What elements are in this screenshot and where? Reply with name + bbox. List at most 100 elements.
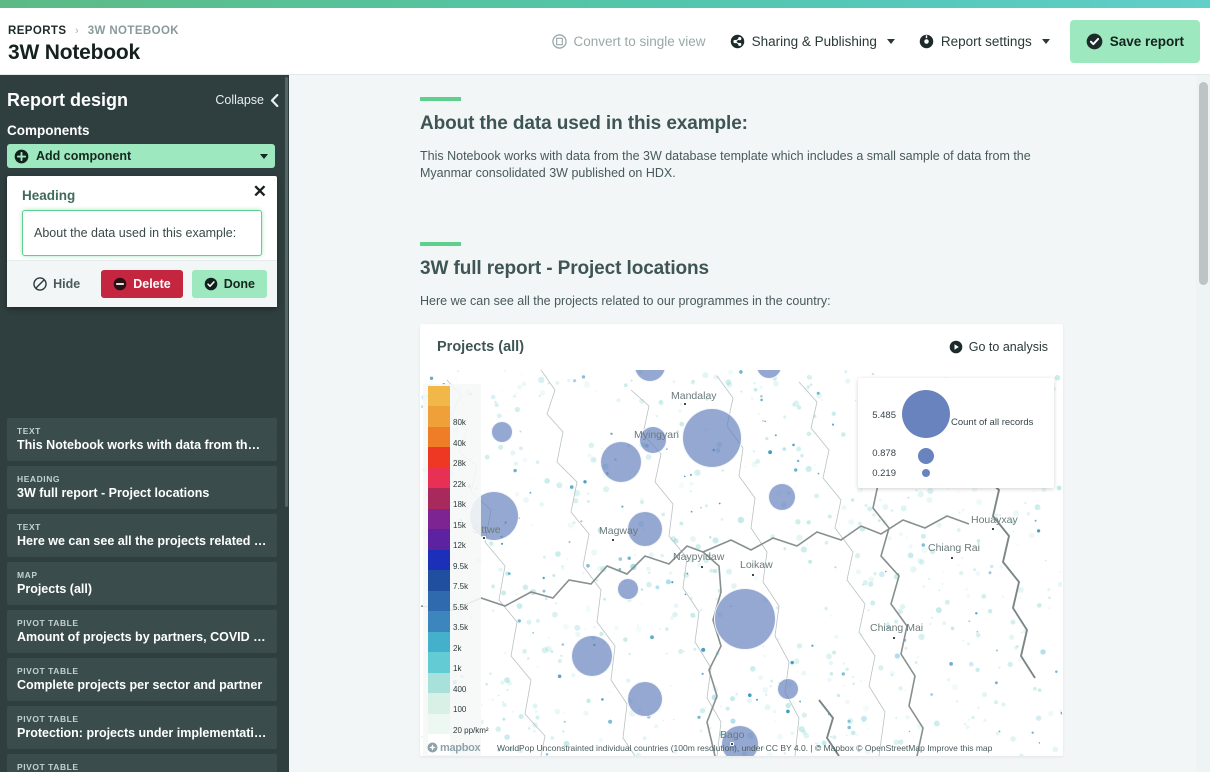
map-city-dot [683, 401, 687, 406]
save-report-button[interactable]: Save report [1069, 20, 1200, 63]
go-to-analysis-link[interactable]: Go to analysis [949, 340, 1048, 354]
component-kind-label: PIVOT TABLE [17, 762, 79, 772]
sharing-publishing-label: Sharing & Publishing [751, 34, 877, 49]
report-design-sidebar: Report design Collapse Components Add co… [0, 75, 289, 772]
components-label: Components [7, 123, 90, 138]
heading-text-input[interactable] [22, 210, 262, 256]
sharing-publishing-button[interactable]: Sharing & Publishing [718, 25, 907, 58]
map-city-dot [892, 635, 896, 640]
color-legend-row [426, 385, 478, 407]
done-button[interactable]: Done [191, 270, 267, 298]
sidebar-scrollbar[interactable] [285, 77, 288, 507]
color-legend-row: 40k [426, 426, 478, 448]
project-bubble[interactable] [714, 587, 776, 650]
settings-icon [919, 34, 934, 49]
report-settings-button[interactable]: Report settings [907, 25, 1062, 58]
main-scrollbar-thumb[interactable] [1199, 82, 1208, 285]
save-report-label: Save report [1109, 34, 1184, 49]
project-bubble[interactable] [571, 634, 613, 677]
color-legend-swatch [428, 549, 450, 571]
collapse-sidebar-button[interactable]: Collapse [215, 93, 279, 107]
project-bubble[interactable] [491, 420, 513, 443]
color-legend-row: 22k [426, 467, 478, 489]
app-header: REPORTS › 3W NOTEBOOK 3W Notebook Conver… [0, 8, 1210, 75]
component-list-item[interactable]: PIVOT TABLE Complete projects per sector … [7, 658, 277, 701]
check-circle-icon [1086, 33, 1103, 50]
size-legend-bubble-small [922, 468, 930, 477]
section-1-text: This Notebook works with data from the 3… [420, 149, 1031, 180]
color-legend-swatch [428, 590, 450, 612]
convert-to-single-view-button[interactable]: Convert to single view [540, 25, 718, 58]
map-city-dot [611, 537, 615, 542]
chevron-right-icon: › [75, 25, 80, 37]
map-card-header: Projects (all) Go to analysis [420, 324, 1063, 370]
component-kind-label: HEADING [17, 474, 61, 484]
component-list-item[interactable]: HEADING 3W full report - Project location… [7, 466, 277, 509]
heading-editor-body: ✕ Heading [7, 176, 277, 260]
component-list-item[interactable]: TEXT This Notebook works with data from t… [7, 418, 277, 461]
hide-button[interactable]: Hide [21, 270, 92, 298]
color-legend-row: 12k [426, 529, 478, 550]
map-city-dot [482, 535, 486, 540]
project-bubble[interactable] [600, 440, 642, 483]
component-list-item[interactable]: MAP Projects (all) [7, 562, 277, 605]
share-icon [730, 34, 744, 49]
heading-editor-footer: Hide Delete Done [7, 260, 277, 307]
component-kind-label: PIVOT TABLE [17, 666, 79, 676]
component-list: TEXT This Notebook works with data from t… [7, 418, 277, 772]
delete-label: Delete [133, 277, 171, 291]
project-bubble[interactable] [682, 407, 742, 468]
hide-icon [33, 277, 47, 291]
map-city-label: Magway [599, 524, 639, 537]
map-city-label: Mandalay [671, 389, 717, 402]
color-legend-row: 80k [426, 406, 478, 427]
chevron-down-icon [260, 153, 268, 159]
component-name-label: This Notebook works with data from the 3… [17, 438, 267, 452]
go-to-analysis-label: Go to analysis [968, 339, 1048, 354]
breadcrumb-root[interactable]: REPORTS [8, 25, 66, 37]
component-name-label: Amount of projects by partners, COVID - … [17, 630, 267, 644]
section-2-heading: 3W full report - Project locations [420, 257, 710, 279]
color-legend-swatch [428, 385, 450, 407]
color-legend-swatch [428, 693, 450, 714]
component-list-item[interactable]: PIVOT TABLE Protection: projects under im… [7, 706, 277, 749]
size-legend-value-small: 0.219 [872, 467, 896, 479]
map-city-label: Myingyan [634, 428, 679, 441]
delete-button[interactable]: Delete [101, 270, 183, 298]
component-name-label: Protection: projects under implementatio… [17, 726, 267, 740]
map-city-label: Bago [720, 728, 745, 741]
map-city-dot [751, 572, 755, 577]
project-bubble[interactable] [617, 577, 639, 600]
component-list-item[interactable]: TEXT Here we can see all the projects rel… [7, 514, 277, 557]
report-canvas: About the data used in this example: Thi… [289, 75, 1210, 772]
heading-editor-panel: ✕ Heading Hide Delete [7, 176, 277, 307]
minus-circle-icon [113, 277, 127, 291]
color-legend-row: 3.5k [426, 611, 478, 632]
project-bubble[interactable] [777, 677, 799, 700]
mapbox-logo-icon[interactable]: mapbox [427, 742, 481, 754]
color-legend-row: 2k [426, 631, 478, 653]
add-component-button[interactable]: Add component [7, 144, 275, 168]
component-list-item[interactable]: PIVOT TABLEAgriculture: projects under i… [7, 754, 277, 772]
map-card-title: Projects (all) [437, 338, 525, 355]
color-legend-row: 5.5k [426, 590, 478, 612]
color-legend-row: 100 [426, 693, 478, 714]
component-name-label: Here we can see all the projects related… [17, 534, 267, 548]
component-kind-label: MAP [17, 570, 38, 580]
color-legend-row: 18k [426, 488, 478, 509]
size-legend-bubble-medium [918, 447, 934, 464]
color-legend-row: 28k [426, 447, 478, 468]
check-circle-icon [204, 277, 218, 291]
close-icon[interactable]: ✕ [253, 183, 267, 200]
breadcrumb: REPORTS › 3W NOTEBOOK [8, 25, 179, 37]
color-legend-row: 15k [426, 508, 478, 530]
report-content: About the data used in this example: Thi… [289, 75, 1195, 772]
project-bubble[interactable] [627, 680, 663, 717]
project-bubble[interactable] [768, 482, 796, 511]
map-city-dot [700, 564, 704, 569]
single-view-icon [551, 34, 567, 49]
heading-editor-label: Heading [22, 188, 76, 203]
component-list-item[interactable]: PIVOT TABLE Amount of projects by partner… [7, 610, 277, 653]
done-label: Done [223, 277, 255, 291]
map-viewport[interactable]: Mandalay Myingyan Sittwe Magway Naypyidaw Loi… [421, 369, 1062, 756]
